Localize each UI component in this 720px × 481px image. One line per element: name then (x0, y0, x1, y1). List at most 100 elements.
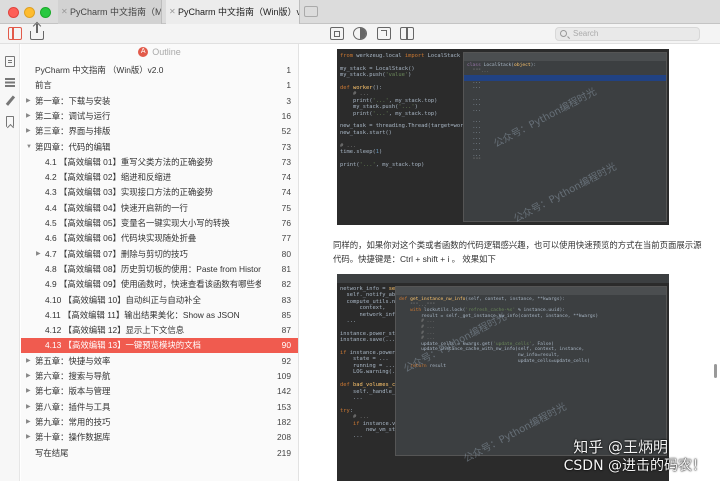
collapsed-chevron-icon[interactable]: ▶ (26, 369, 31, 384)
outline-item[interactable]: ▶ 第六章：搜索与导航 109 (21, 369, 298, 384)
outline-item-page: 16 (281, 110, 291, 121)
outline-item-label: 4.9 【高效编辑 09】使用函数时，快速查看该函数有哪些参数 (45, 279, 261, 290)
share-icon[interactable] (30, 24, 44, 40)
outline-item-label: 4.3 【高效编辑 03】实现接口方法的正确姿势 (45, 187, 213, 198)
document-view[interactable]: from werkzeug.local import LocalStack my… (300, 44, 720, 481)
minimize-window-button[interactable] (24, 7, 35, 18)
outline-item[interactable]: 4.12 【高效编辑 12】显示上下文信息 87 (21, 323, 298, 338)
outline-item-page: 90 (281, 340, 291, 351)
bookmark-icon[interactable] (6, 116, 14, 127)
outline-item-page: 76 (281, 218, 291, 228)
outline-item-page: 82 (281, 279, 291, 290)
outline-item[interactable]: 4.10 【高效编辑 10】自动纠正与自动补全 83 (21, 293, 298, 308)
code-snippet: from werkzeug.local import LocalStack my… (340, 53, 477, 168)
outline-item[interactable]: 4.1 【高效编辑 01】重写父类方法的正确姿势 73 (21, 155, 298, 170)
scrollbar-thumb[interactable] (714, 364, 717, 378)
outline-item-label: 第一章：下载与安装 (35, 95, 111, 106)
outline-item[interactable]: ▶ 第七章：版本与管理 142 (21, 384, 298, 399)
outline-item[interactable]: 4.6 【高效编辑 06】代码块实现随处折叠 77 (21, 231, 298, 246)
outline-item-page: 80 (281, 248, 291, 259)
outline-item[interactable]: 4.8 【高效编辑 08】历史剪切板的使用：Paste from History… (21, 262, 298, 277)
outline-item-label: 前言 (35, 80, 52, 91)
outline-item-label: 4.1 【高效编辑 01】重写父类方法的正确姿势 (45, 156, 213, 167)
popup-header (396, 287, 666, 295)
collapsed-chevron-icon[interactable]: ▶ (26, 354, 31, 369)
collapsed-chevron-icon[interactable]: ▶ (26, 415, 31, 430)
outline-item[interactable]: 4.13 【高效编辑 13】一键预览模块的文档 90 (21, 338, 298, 354)
outline-item[interactable]: 4.3 【高效编辑 03】实现接口方法的正确姿势 74 (21, 185, 298, 200)
outline-item-page: 219 (277, 447, 291, 458)
new-tab-icon[interactable] (304, 6, 318, 17)
annotate-pen-icon[interactable] (5, 96, 15, 107)
outline-item-label: 4.2 【高效编辑 02】缩进和反缩进 (45, 172, 172, 183)
outline-item[interactable]: 4.4 【高效编辑 04】快速开启新的一行 75 (21, 201, 298, 216)
outline-item[interactable]: 4.11 【高效编辑 11】输出结果美化：Show as JSON 85 (21, 308, 298, 323)
collapsed-chevron-icon[interactable]: ▶ (26, 124, 31, 139)
outline-item-page: 73 (281, 141, 291, 152)
tab-label: PyCharm 中文指南（Win版）v2.0 (178, 7, 300, 17)
layout-icon[interactable] (400, 27, 414, 40)
collapsed-chevron-icon[interactable]: ▶ (26, 430, 31, 445)
outline-item[interactable]: ▼ 第四章：代码的编辑 73 (21, 140, 298, 155)
reader-mode-icon[interactable] (330, 27, 344, 40)
outline-header: A Outline (21, 44, 298, 61)
outline-item[interactable]: 4.9 【高效编辑 09】使用函数时，快速查看该函数有哪些参数 82 (21, 277, 298, 292)
outline-item[interactable]: ▶ 第八章：插件与工具 153 (21, 400, 298, 415)
outline-item[interactable]: ▶ 第三章：界面与排版 52 (21, 124, 298, 139)
close-tab-icon[interactable]: ✕ (61, 0, 68, 24)
outline-item[interactable]: ▶ 第二章：调试与运行 16 (21, 109, 298, 124)
collapsed-chevron-icon[interactable]: ▶ (26, 400, 31, 415)
outline-item-label: 4.7 【高效编辑 07】删除与剪切的技巧 (45, 248, 188, 259)
outline-item-page: 92 (281, 355, 291, 366)
outline-item-label: 4.10 【高效编辑 10】自动纠正与自动补全 (45, 294, 201, 305)
outline-item-label: 4.5 【高效编辑 05】变量名一键实现大小写的转换 (45, 218, 230, 228)
outline-item-page: 52 (281, 126, 291, 137)
tab-win-guide[interactable]: ✕ PyCharm 中文指南（Win版）v2.0 (166, 0, 300, 24)
collapsed-chevron-icon[interactable]: ▶ (26, 384, 31, 399)
outline-item-page: 3 (286, 95, 291, 106)
outline-item[interactable]: PyCharm 中文指南 （Win版）v2.0 1 (21, 63, 298, 78)
outline-item-page: 81 (281, 263, 291, 274)
collapsed-chevron-icon[interactable]: ▶ (26, 94, 31, 109)
search-input[interactable]: Search (555, 27, 700, 41)
outline-item[interactable]: ▶ 第九章：常用的技巧 182 (21, 415, 298, 430)
outline-item-label: PyCharm 中文指南 （Win版）v2.0 (35, 65, 164, 75)
close-window-button[interactable] (8, 7, 19, 18)
outline-item-page: 77 (281, 233, 291, 244)
outline-item-page: 87 (281, 325, 291, 336)
zhihu-watermark: 知乎 @王炳明 (573, 438, 668, 456)
outline-item-label: 第六章：搜索与导航 (35, 371, 111, 381)
outline-item[interactable]: 4.2 【高效编辑 02】缩进和反缩进 74 (21, 170, 298, 185)
tab-mac-guide[interactable]: ✕ PyCharm 中文指南（Mac版）v2 (58, 0, 162, 24)
outline-item-label: 4.13 【高效编辑 13】一键预览模块的文档 (45, 340, 201, 351)
outline-panel: A Outline PyCharm 中文指南 （Win版）v2.0 1 前言 1 ▶ 第一章… (21, 44, 299, 481)
theme-toggle-icon[interactable] (353, 27, 367, 40)
outline-item-page: 83 (281, 294, 291, 305)
outline-item[interactable]: ▶ 第五章：快捷与效率 92 (21, 354, 298, 369)
outline-item[interactable]: ▶ 第十章：操作数据库 208 (21, 430, 298, 445)
outline-item[interactable]: ▶ 第一章：下载与安装 3 (21, 94, 298, 109)
ide-screenshot-preview: from werkzeug.local import LocalStack my… (337, 49, 669, 225)
outline-item-label: 第八章：插件与工具 (35, 401, 111, 412)
toolbar: Search (0, 24, 720, 44)
expanded-chevron-icon[interactable]: ▼ (26, 140, 32, 155)
outline-list-icon[interactable] (5, 77, 15, 88)
outline-item[interactable]: 4.5 【高效编辑 05】变量名一键实现大小写的转换 76 (21, 216, 298, 231)
outline-item-page: 1 (286, 80, 291, 91)
collapsed-chevron-icon[interactable]: ▶ (26, 109, 31, 124)
collapsed-chevron-icon[interactable]: ▶ (36, 247, 41, 262)
outline-item[interactable]: ▶ 4.7 【高效编辑 07】删除与剪切的技巧 80 (21, 247, 298, 262)
outline-item-label: 4.11 【高效编辑 11】输出结果美化：Show as JSON (45, 309, 240, 320)
outline-item-label: 第四章：代码的编辑 (35, 141, 111, 152)
close-tab-icon[interactable]: ✕ (169, 0, 176, 24)
outline-item-page: 182 (277, 416, 291, 427)
outline-item[interactable]: 前言 1 (21, 78, 298, 93)
outline-item-label: 4.8 【高效编辑 08】历史剪切板的使用：Paste from History (45, 263, 261, 274)
document-icon[interactable] (5, 56, 15, 67)
sidebar-toggle-icon[interactable] (8, 27, 22, 40)
export-icon[interactable] (377, 27, 391, 40)
outline-item-label: 第五章：快捷与效率 (35, 355, 111, 366)
outline-item[interactable]: 写在结尾 219 (21, 446, 298, 461)
maximize-window-button[interactable] (40, 7, 51, 18)
outline-badge-icon: A (138, 46, 149, 57)
